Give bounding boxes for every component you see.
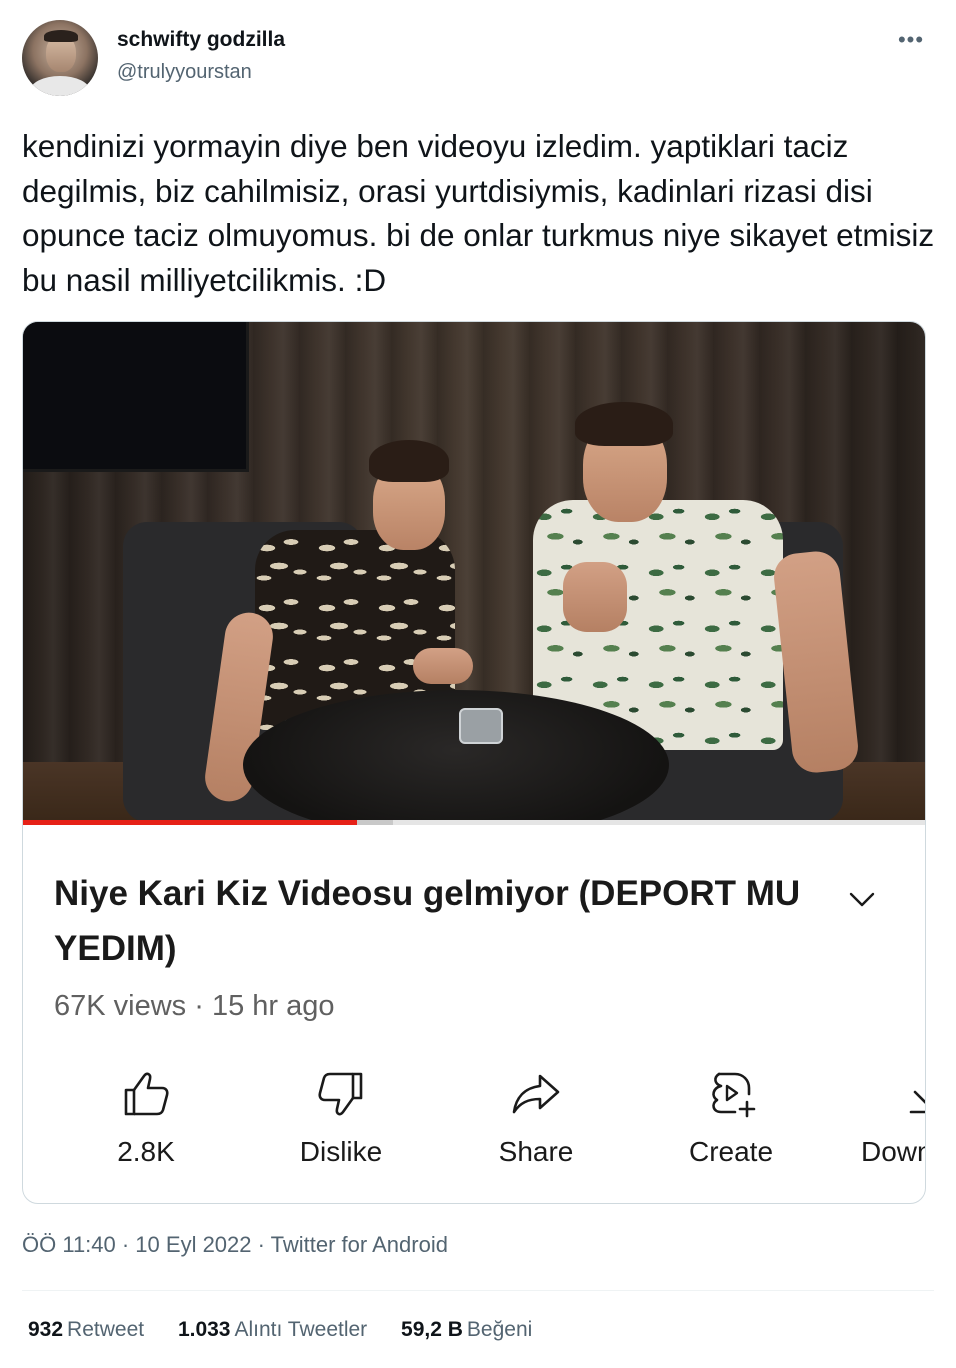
avatar-shirt [30,76,90,96]
share-label: Share [498,1136,574,1167]
more-options-button[interactable]: ••• [896,27,926,52]
like-count: 2.8K [117,1136,175,1167]
chevron-down-icon[interactable] [845,882,879,916]
thumbs-down-icon [318,1072,363,1116]
author-handle[interactable]: @trulyyourstan [117,61,252,84]
tweet: schwifty godzilla @trulyyourstan ••• ken… [0,0,956,1368]
video-progress-buffered [357,820,393,825]
person-left-hair [369,440,449,482]
tweet-text: kendinizi yormayin diye ben videoyu izle… [22,128,935,298]
more-horizontal-icon: ••• [897,27,925,52]
dislike-button[interactable]: Dislike [266,1062,416,1178]
quotes-label: Alıntı Tweetler [234,1318,368,1341]
video-thumbnail[interactable] [23,322,925,820]
thumbs-up-icon [124,1072,169,1116]
video-actions-bar: 2.8K Dislike Share Create Down [23,1062,926,1182]
video-progress-played [23,820,357,825]
likes-stat[interactable]: 59,2 B Beğeni [401,1318,532,1342]
video-progress-bar[interactable] [23,820,925,825]
create-label: Create [688,1136,774,1167]
download-button[interactable]: Down [851,1062,926,1178]
quotes-stat[interactable]: 1.033 Alıntı Tweetler [178,1318,367,1342]
likes-label: Beğeni [466,1318,533,1341]
like-button[interactable]: 2.8K [71,1062,221,1178]
retweets-label: Retweet [67,1318,145,1341]
person-left-hand [413,648,473,684]
video-meta: 67K views · 15 hr ago [54,990,335,1022]
avatar[interactable] [22,20,98,96]
share-button[interactable]: Share [461,1062,611,1178]
person-right-hand [563,562,627,632]
wall-tv [23,322,249,472]
person-right-hair [575,402,673,446]
engagement-stats: 932 Retweet 1.033 Alıntı Tweetler 59,2 B Be… [28,1318,560,1348]
likes-count: 59,2 B [401,1318,463,1341]
avatar-hair [44,30,78,42]
quotes-count: 1.033 [177,1318,231,1341]
create-button[interactable]: Create [656,1062,806,1178]
video-title[interactable]: Niye Kari Kiz Videosu gelmiyor (DEPORT M… [54,866,814,976]
phone-on-table [459,708,503,744]
retweets-stat[interactable]: 932 Retweet [28,1318,144,1342]
retweets-count: 932 [28,1318,64,1341]
download-label: Down [861,1136,926,1167]
dislike-label: Dislike [299,1136,383,1167]
author-display-name[interactable]: schwifty godzilla [117,28,285,52]
tweet-timestamp[interactable]: ÖÖ 11:40 · 10 Eyl 2022 · Twitter for And… [22,1232,448,1258]
share-arrow-icon [512,1074,560,1114]
media-card[interactable]: Niye Kari Kiz Videosu gelmiyor (DEPORT M… [22,321,926,1204]
divider-top [22,1290,934,1291]
download-icon [909,1090,925,1114]
create-clip-icon [712,1072,756,1118]
